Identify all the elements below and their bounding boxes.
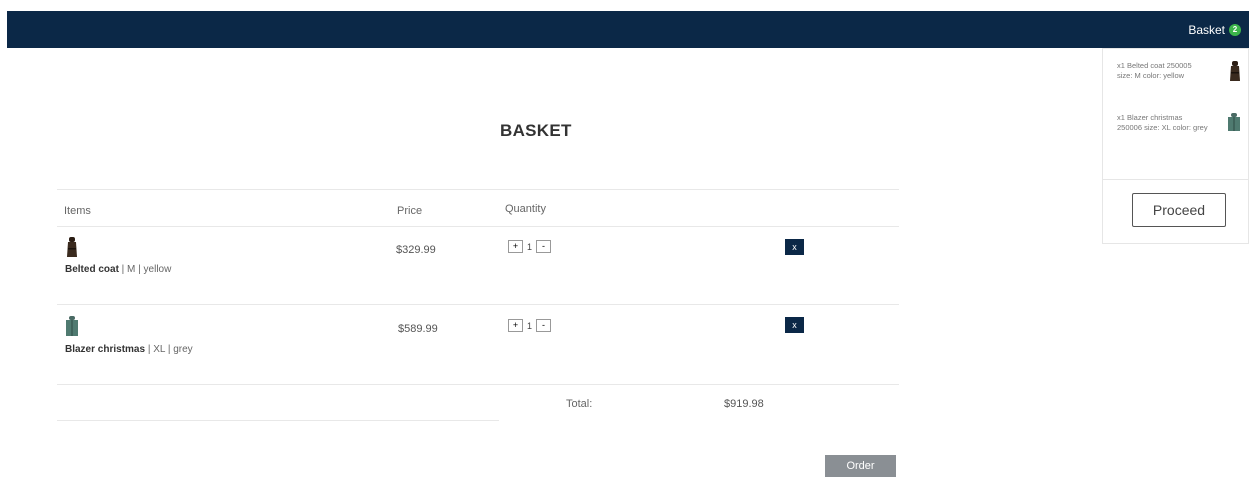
remove-item-button[interactable]: x xyxy=(785,239,804,255)
increase-quantity-button[interactable]: + xyxy=(508,240,523,253)
item-details: | M | yellow xyxy=(118,264,172,275)
minicart-divider xyxy=(1103,179,1248,180)
blazer-thumbnail-icon xyxy=(66,316,78,336)
column-header-quantity: Quantity xyxy=(505,203,546,215)
blazer-thumbnail-icon xyxy=(1228,113,1240,131)
decrease-quantity-button[interactable]: - xyxy=(536,319,552,332)
page-title: BASKET xyxy=(500,121,572,140)
table-row-divider xyxy=(57,384,899,385)
minicart-item: x1 Blazer christmas 250006 size: XL colo… xyxy=(1117,113,1208,132)
basket-count-badge: 2 xyxy=(1229,24,1241,36)
item-details: | XL | grey xyxy=(145,344,193,355)
quantity-value: 1 xyxy=(527,320,533,331)
item-price: $589.99 xyxy=(398,323,438,335)
quantity-stepper: + 1 - xyxy=(508,319,552,332)
column-header-items: Items xyxy=(64,205,91,217)
table-header-divider xyxy=(57,226,899,227)
proceed-button[interactable]: Proceed xyxy=(1132,193,1226,227)
item-description: Belted coat | M | yellow xyxy=(65,264,171,275)
coat-thumbnail-icon xyxy=(67,237,77,257)
order-button[interactable]: Order xyxy=(825,455,896,477)
minicart-item: x1 Belted coat 250005 size: M color: yel… xyxy=(1117,61,1192,80)
column-header-price: Price xyxy=(397,205,423,217)
basket-label: Basket xyxy=(1188,23,1225,37)
quantity-value: 1 xyxy=(527,241,533,252)
coat-thumbnail-icon xyxy=(1230,61,1240,81)
table-row-divider xyxy=(57,304,899,305)
minicart-dropdown: x1 Belted coat 250005 size: M color: yel… xyxy=(1102,48,1249,244)
quantity-stepper: + 1 - xyxy=(508,240,552,253)
item-name: Blazer christmas xyxy=(65,344,146,355)
table-bottom-divider xyxy=(57,420,499,421)
item-price: $329.99 xyxy=(396,244,436,256)
decrease-quantity-button[interactable]: - xyxy=(536,240,552,253)
item-name: Belted coat xyxy=(65,264,119,275)
increase-quantity-button[interactable]: + xyxy=(508,319,523,332)
table-top-divider xyxy=(57,189,899,190)
total-value: $919.98 xyxy=(724,398,764,410)
basket-link[interactable]: Basket 2 xyxy=(1188,22,1241,38)
total-label: Total: xyxy=(566,398,593,410)
item-description: Blazer christmas | XL | grey xyxy=(65,344,193,355)
top-navbar: Basket 2 xyxy=(7,11,1249,48)
remove-item-button[interactable]: x xyxy=(785,317,804,333)
